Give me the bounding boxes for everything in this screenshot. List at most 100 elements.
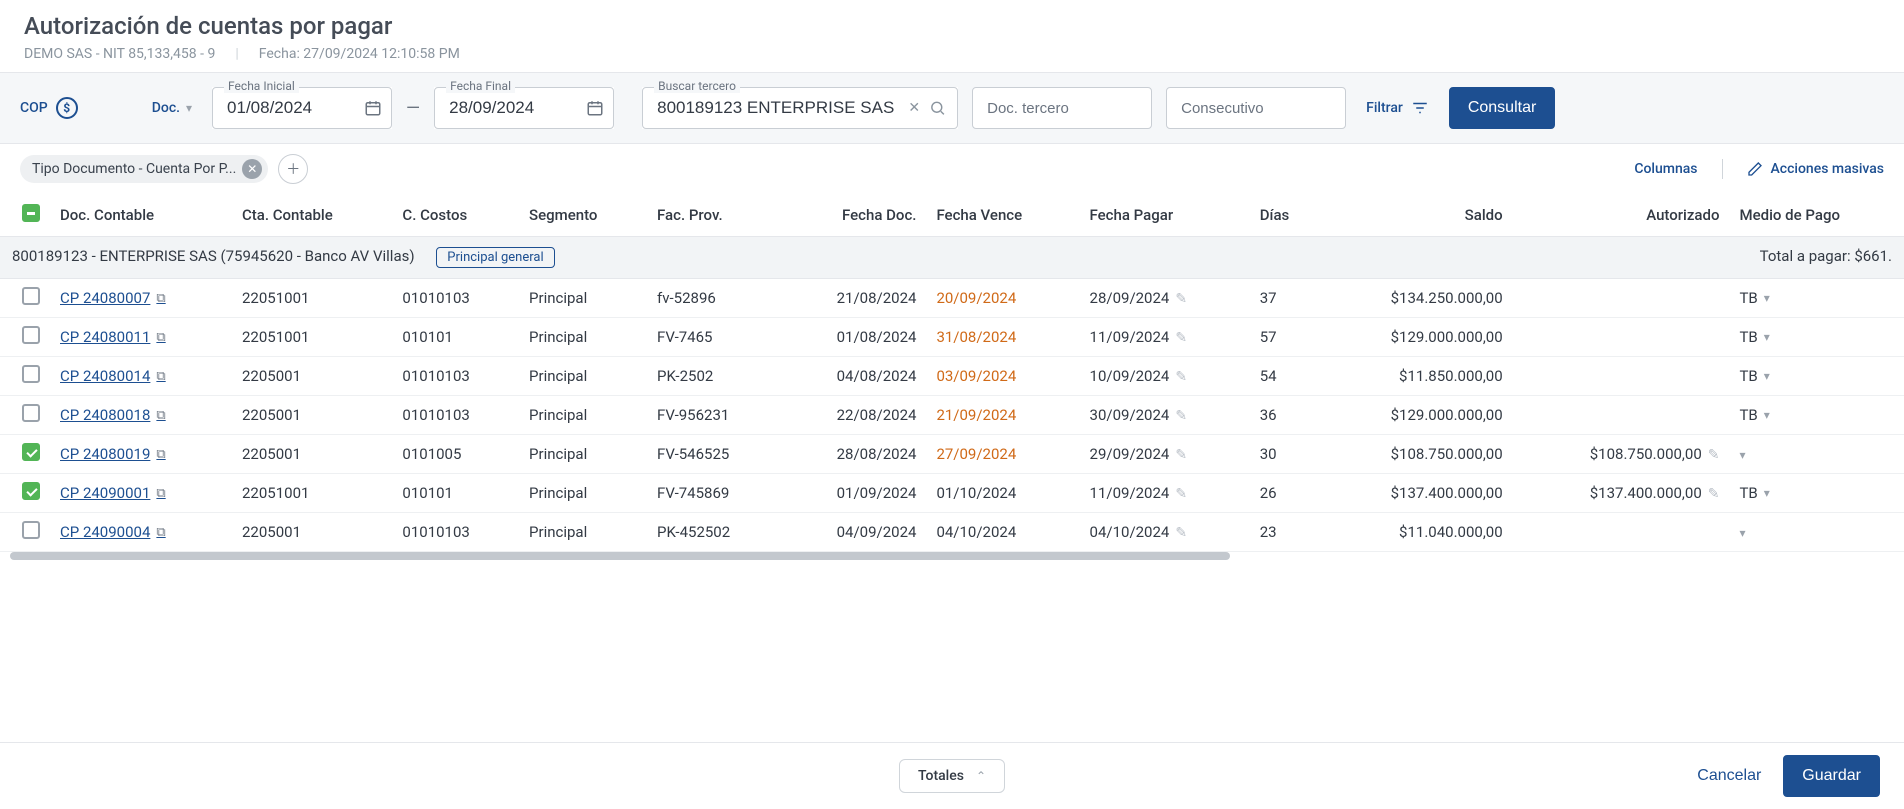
masivas-label: Acciones masivas xyxy=(1771,161,1885,177)
col-dias[interactable]: Días xyxy=(1250,194,1322,237)
pencil-icon[interactable]: ✎ xyxy=(1175,291,1187,307)
calendar-icon[interactable] xyxy=(364,99,382,117)
pencil-icon[interactable]: ✎ xyxy=(1175,447,1187,463)
guardar-button[interactable]: Guardar xyxy=(1783,755,1880,797)
table-row: CP 24080011⧉ 22051001 010101 Principal F… xyxy=(0,318,1904,357)
fecha-inicial-label: Fecha Inicial xyxy=(224,79,299,93)
chip-remove-icon[interactable]: ✕ xyxy=(242,159,262,179)
cell-saldo: $137.400.000,00 xyxy=(1321,474,1512,513)
row-checkbox[interactable] xyxy=(22,404,40,422)
col-fecha-doc[interactable]: Fecha Doc. xyxy=(782,194,927,237)
col-fac-prov[interactable]: Fac. Prov. xyxy=(647,194,782,237)
medio-pago-select[interactable]: TB▾ xyxy=(1739,367,1769,385)
cell-fac: fv-52896 xyxy=(647,279,782,318)
doc-link[interactable]: CP 24080019⧉ xyxy=(60,445,166,463)
calendar-icon[interactable] xyxy=(586,99,604,117)
cell-auth xyxy=(1513,357,1730,396)
acciones-masivas-button[interactable]: Acciones masivas xyxy=(1747,161,1885,177)
row-checkbox[interactable] xyxy=(22,326,40,344)
external-link-icon: ⧉ xyxy=(156,447,165,462)
pencil-icon[interactable]: ✎ xyxy=(1175,330,1187,346)
col-cta-contable[interactable]: Cta. Contable xyxy=(232,194,392,237)
chevron-down-icon: ▾ xyxy=(1764,408,1770,422)
row-checkbox[interactable] xyxy=(22,482,40,500)
cell-auth xyxy=(1513,396,1730,435)
cell-saldo: $129.000.000,00 xyxy=(1321,396,1512,435)
cell-cta: 2205001 xyxy=(232,396,392,435)
external-link-icon: ⧉ xyxy=(156,330,165,345)
col-fecha-pagar[interactable]: Fecha Pagar xyxy=(1080,194,1250,237)
search-icon[interactable] xyxy=(929,100,946,117)
col-doc-contable[interactable]: Doc. Contable xyxy=(50,194,232,237)
totales-label: Totales xyxy=(918,768,964,784)
col-medio-pago[interactable]: Medio de Pago xyxy=(1729,194,1904,237)
medio-pago-select[interactable]: ▾ xyxy=(1739,526,1745,540)
pencil-icon[interactable]: ✎ xyxy=(1175,369,1187,385)
cell-fac: FV-956231 xyxy=(647,396,782,435)
consecutivo-input[interactable] xyxy=(1166,87,1346,129)
select-all-checkbox[interactable] xyxy=(22,204,40,222)
horizontal-scrollbar[interactable] xyxy=(0,552,1904,562)
row-checkbox[interactable] xyxy=(22,287,40,305)
chevron-down-icon: ▾ xyxy=(1739,448,1745,462)
filter-chip-tipo-documento[interactable]: Tipo Documento - Cuenta Por P... ✕ xyxy=(20,155,268,183)
cell-dias: 37 xyxy=(1250,279,1322,318)
cell-dias: 26 xyxy=(1250,474,1322,513)
columnas-button[interactable]: Columnas xyxy=(1634,161,1697,177)
doc-link[interactable]: CP 24080014⧉ xyxy=(60,367,166,385)
doc-link[interactable]: CP 24080018⧉ xyxy=(60,406,166,424)
cell-auth: $137.400.000,00✎ xyxy=(1513,474,1730,513)
currency-icon: $ xyxy=(56,97,78,119)
currency-selector[interactable]: COP $ xyxy=(20,97,78,119)
cell-cta: 22051001 xyxy=(232,279,392,318)
filtrar-button[interactable]: Filtrar xyxy=(1360,99,1435,117)
doc-dropdown[interactable]: Doc. ▾ xyxy=(146,100,198,116)
row-checkbox[interactable] xyxy=(22,365,40,383)
cell-dias: 57 xyxy=(1250,318,1322,357)
cell-dias: 36 xyxy=(1250,396,1322,435)
cancelar-button[interactable]: Cancelar xyxy=(1683,755,1775,797)
table-row: CP 24080007⧉ 22051001 01010103 Principal… xyxy=(0,279,1904,318)
external-link-icon: ⧉ xyxy=(156,486,165,501)
cell-auth xyxy=(1513,279,1730,318)
doc-link[interactable]: CP 24090004⧉ xyxy=(60,523,166,541)
cell-cc: 0101005 xyxy=(392,435,519,474)
filtrar-label: Filtrar xyxy=(1366,100,1403,116)
doc-link[interactable]: CP 24090001⧉ xyxy=(60,484,166,502)
col-autorizado[interactable]: Autorizado xyxy=(1513,194,1730,237)
doc-tercero-input[interactable] xyxy=(972,87,1152,129)
add-filter-button[interactable]: ＋ xyxy=(278,154,308,184)
medio-pago-select[interactable]: ▾ xyxy=(1739,448,1745,462)
medio-pago-select[interactable]: TB▾ xyxy=(1739,484,1769,502)
cell-fven: 21/09/2024 xyxy=(926,396,1079,435)
cell-dias: 54 xyxy=(1250,357,1322,396)
pencil-icon[interactable]: ✎ xyxy=(1175,525,1187,541)
company-info: DEMO SAS - NIT 85,133,458 - 9 xyxy=(24,46,215,62)
pencil-icon[interactable]: ✎ xyxy=(1708,486,1720,502)
cell-auth xyxy=(1513,513,1730,552)
pencil-icon[interactable]: ✎ xyxy=(1708,447,1720,463)
doc-link[interactable]: CP 24080007⧉ xyxy=(60,289,166,307)
pencil-icon[interactable]: ✎ xyxy=(1175,486,1187,502)
cell-seg: Principal xyxy=(519,318,647,357)
consultar-button[interactable]: Consultar xyxy=(1449,87,1555,129)
medio-pago-select[interactable]: TB▾ xyxy=(1739,289,1769,307)
doc-label: Doc. xyxy=(152,100,180,116)
col-segmento[interactable]: Segmento xyxy=(519,194,647,237)
doc-link[interactable]: CP 24080011⧉ xyxy=(60,328,166,346)
chevron-down-icon: ▾ xyxy=(1764,330,1770,344)
col-fecha-vence[interactable]: Fecha Vence xyxy=(926,194,1079,237)
cell-fven: 20/09/2024 xyxy=(926,279,1079,318)
col-c-costos[interactable]: C. Costos xyxy=(392,194,519,237)
currency-code: COP xyxy=(20,100,48,116)
pencil-icon[interactable]: ✎ xyxy=(1175,408,1187,424)
cell-cc: 01010103 xyxy=(392,357,519,396)
row-checkbox[interactable] xyxy=(22,521,40,539)
clear-icon[interactable]: ✕ xyxy=(908,100,920,116)
chevron-down-icon: ▾ xyxy=(1739,526,1745,540)
medio-pago-select[interactable]: TB▾ xyxy=(1739,406,1769,424)
totales-toggle[interactable]: Totales ⌃ xyxy=(899,759,1005,793)
medio-pago-select[interactable]: TB▾ xyxy=(1739,328,1769,346)
row-checkbox[interactable] xyxy=(22,443,40,461)
col-saldo[interactable]: Saldo xyxy=(1321,194,1512,237)
